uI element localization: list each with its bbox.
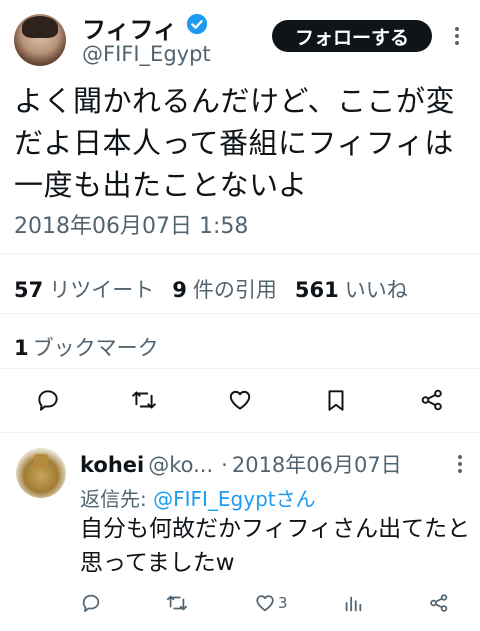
like-stat[interactable]: 561 いいね [295, 274, 426, 304]
retweet-count: 57 [14, 278, 44, 302]
reply-views-button[interactable] [342, 588, 364, 618]
like-icon [229, 390, 251, 410]
reply-button[interactable] [32, 384, 64, 416]
reply-text: 自分も何故だかフィフィさん出てたと思ってましたw [80, 516, 471, 576]
like-label: いいね [344, 278, 408, 302]
tweet-timestamp[interactable]: 2018年06月07日 1:58 [14, 208, 248, 240]
replying-to-label: 返信先: [80, 487, 147, 511]
retweet-button[interactable] [128, 384, 160, 416]
reply-icon [38, 390, 58, 411]
quote-stat[interactable]: 9 件の引用 [172, 274, 295, 304]
retweet-stat[interactable]: 57 リツイート [14, 274, 172, 304]
reply-author-name[interactable]: kohei [80, 453, 144, 477]
author-handle[interactable]: @FIFI_Egypt [82, 42, 211, 66]
replying-to-mention[interactable]: @FIFI_Egyptさん [153, 487, 316, 511]
share-button[interactable] [416, 384, 448, 416]
reply-share-button[interactable] [428, 588, 450, 618]
like-icon [256, 595, 274, 612]
retweet-label: リツイート [49, 278, 155, 302]
views-icon [345, 596, 362, 612]
reply-avatar[interactable] [16, 448, 66, 498]
bookmark-count: 1 [14, 336, 29, 360]
like-count: 561 [294, 278, 339, 302]
author-display-name[interactable]: フィフィ [82, 10, 177, 45]
verified-badge-icon [186, 13, 208, 35]
bookmark-stat[interactable]: 1 ブックマーク [14, 332, 159, 362]
reply-more-options-icon[interactable] [450, 452, 470, 476]
reply-header: kohei @ko... · 2018年06月07日 [80, 449, 402, 479]
author-avatar[interactable] [14, 14, 66, 66]
share-icon [430, 594, 448, 612]
reply-icon [82, 594, 100, 613]
retweet-icon [132, 391, 156, 409]
reply-like-count: 3 [278, 594, 288, 612]
reply-actions: 3 [0, 588, 480, 620]
reply-like-button[interactable]: 3 [254, 588, 288, 618]
reply-date[interactable]: 2018年06月07日 [232, 453, 402, 477]
divider [0, 368, 480, 369]
divider [0, 432, 480, 433]
reply-reply-button[interactable] [80, 588, 102, 618]
reply-retweet-button[interactable] [166, 588, 188, 618]
reply-separator: · [221, 453, 228, 477]
reply-author-handle[interactable]: @ko... [148, 453, 213, 477]
more-options-icon[interactable] [447, 24, 467, 48]
engagement-stats: 57 リツイート 9 件の引用 561 いいね [14, 274, 426, 304]
mention-handle: @FIFI_Egypt [153, 487, 276, 511]
like-button[interactable] [224, 384, 256, 416]
tweet-actions [0, 384, 480, 420]
retweet-icon [166, 595, 188, 611]
divider [0, 253, 480, 254]
mention-suffix: さん [275, 487, 316, 511]
tweet-text: よく聞かれるんだけど、ここが変だよ日本人って番組にフィフィは一度も出たことないよ [14, 84, 456, 202]
bookmark-icon [328, 390, 344, 411]
replying-to: 返信先: @FIFI_Egyptさん [80, 483, 316, 512]
quote-count: 9 [172, 278, 187, 302]
quote-label: 件の引用 [192, 278, 277, 302]
divider [0, 313, 480, 314]
bookmark-button[interactable] [320, 384, 352, 416]
share-icon [421, 389, 442, 411]
follow-button[interactable]: フォローする [272, 20, 432, 52]
bookmark-label: ブックマーク [32, 336, 159, 360]
